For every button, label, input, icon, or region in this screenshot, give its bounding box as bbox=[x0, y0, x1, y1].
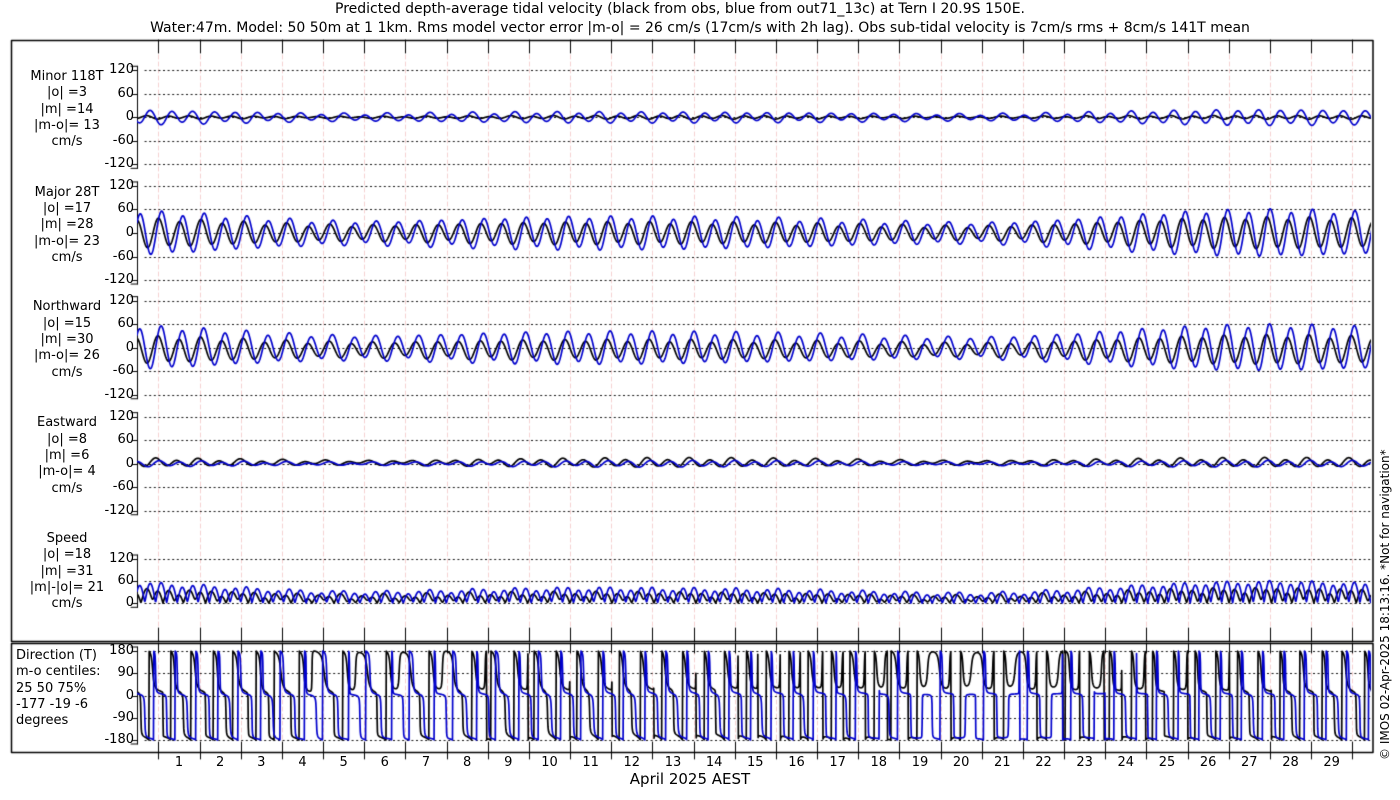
panel-label-northward-line: |o| =15 bbox=[42, 315, 92, 331]
panel-label-minor-line: cm/s bbox=[51, 134, 83, 150]
day-label: 5 bbox=[339, 755, 348, 770]
panel-label-northward-line: Northward bbox=[32, 299, 102, 315]
day-label: 27 bbox=[1241, 755, 1258, 770]
day-label: 28 bbox=[1282, 755, 1299, 770]
panel-label-direction-line: 25 50 75% bbox=[16, 680, 87, 696]
day-label: 10 bbox=[541, 755, 558, 770]
day-label: 19 bbox=[911, 755, 929, 770]
day-label: 22 bbox=[1035, 755, 1052, 770]
day-label: 14 bbox=[705, 755, 723, 770]
day-label: 15 bbox=[747, 755, 764, 770]
panel-label-eastward-line: cm/s bbox=[51, 480, 83, 496]
panel-label-direction-line: -177 -19 -6 bbox=[16, 696, 88, 712]
day-label: 12 bbox=[623, 755, 641, 770]
tidal-velocity-plot-canvas bbox=[0, 0, 1400, 800]
day-label: 16 bbox=[788, 755, 805, 770]
figure-page: { "header": { "title_line1": "Predicted … bbox=[0, 0, 1400, 800]
panel-label-northward-line: |m| =30 bbox=[40, 332, 94, 347]
panel-label-major-line: |m-o|= 23 bbox=[34, 233, 100, 249]
panel-label-eastward-line: Eastward bbox=[36, 415, 98, 431]
day-label: 3 bbox=[257, 755, 266, 770]
day-label: 29 bbox=[1323, 755, 1340, 770]
y-tick-label: -120 bbox=[104, 156, 134, 172]
day-label: 24 bbox=[1117, 755, 1135, 770]
panel-label-eastward-line: |m| =6 bbox=[44, 448, 90, 463]
panel-label-minor-line: |m| =14 bbox=[40, 101, 94, 117]
panel-label-major-line: Major 28T bbox=[34, 184, 100, 200]
panel-label-direction-line: m-o centiles: bbox=[16, 664, 101, 680]
panel-label-major-line: |o| =17 bbox=[42, 201, 92, 216]
panel-label-direction-line: Direction (T) bbox=[16, 648, 97, 663]
day-label: 1 bbox=[174, 755, 184, 770]
day-label: 7 bbox=[421, 755, 431, 770]
imos-watermark: © IMOS 02-Apr-2025 18:13:16. *Not for na… bbox=[1378, 449, 1392, 760]
day-label: 21 bbox=[994, 755, 1011, 770]
y-tick-label: -120 bbox=[104, 272, 134, 288]
y-tick-label: -120 bbox=[104, 502, 134, 518]
panel-label-eastward-line: |m-o|= 4 bbox=[38, 464, 96, 480]
panel-label-speed-line: Speed bbox=[46, 531, 88, 546]
day-label: 6 bbox=[380, 755, 389, 770]
day-label: 2 bbox=[216, 755, 225, 770]
day-label: 23 bbox=[1076, 755, 1093, 770]
panel-label-northward-line: cm/s bbox=[51, 364, 83, 380]
panel-label-major-line: cm/s bbox=[51, 249, 83, 265]
panel-label-speed-line: |m|-|o|= 21 bbox=[29, 579, 105, 595]
day-label: 20 bbox=[952, 755, 970, 770]
y-tick-label: -180 bbox=[104, 731, 134, 747]
panel-label-speed-line: cm/s bbox=[51, 596, 83, 612]
panel-label-minor-line: |m-o|= 13 bbox=[34, 117, 100, 133]
day-label: 13 bbox=[664, 755, 682, 770]
y-tick-label: -120 bbox=[104, 386, 134, 402]
panel-label-major-line: |m| =28 bbox=[40, 217, 94, 233]
panel-label-eastward-line: |o| =8 bbox=[46, 431, 87, 447]
day-label: 26 bbox=[1199, 755, 1217, 770]
day-label: 18 bbox=[870, 755, 888, 770]
panel-label-northward-line: |m-o|= 26 bbox=[34, 348, 100, 364]
panel-label-minor-line: |o| =3 bbox=[46, 85, 87, 101]
day-label: 4 bbox=[298, 755, 307, 770]
day-label: 25 bbox=[1158, 755, 1176, 770]
day-label: 11 bbox=[582, 755, 599, 770]
x-axis-title: April 2025 AEST bbox=[629, 770, 751, 788]
panel-label-speed-line: |o| =18 bbox=[42, 547, 92, 563]
day-label: 9 bbox=[504, 755, 513, 770]
day-label: 8 bbox=[463, 755, 472, 770]
panel-label-direction-line: degrees bbox=[16, 713, 69, 729]
panel-label-speed-line: |m| =31 bbox=[40, 563, 94, 579]
day-label: 17 bbox=[829, 755, 846, 770]
panel-label-minor-line: Minor 118T bbox=[30, 69, 104, 84]
